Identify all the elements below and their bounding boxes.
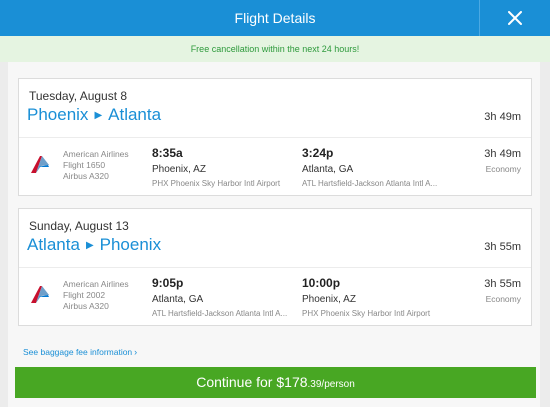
route-destination: Phoenix (99, 235, 162, 254)
airline-name: American Airlines (63, 149, 129, 159)
trip-route: Phoenix ▶ Atlanta (27, 105, 161, 125)
trip-date: Tuesday, August 8 (29, 89, 128, 103)
baggage-fee-link[interactable]: See baggage fee information › (23, 347, 137, 357)
cancellation-notice: Free cancellation within the next 24 hou… (0, 36, 550, 62)
card-divider (19, 267, 531, 268)
arrival-time: 10:00p (302, 276, 341, 290)
card-divider (19, 137, 531, 138)
arrival-airport: PHX Phoenix Sky Harbor Intl Airport (302, 309, 431, 318)
departure-time: 9:05p (152, 276, 184, 290)
arrival-time: 3:24p (302, 146, 334, 160)
arrival-city: Atlanta, GA (302, 164, 354, 175)
dialog-header: Flight Details (0, 0, 550, 36)
departure-city: Atlanta, GA (152, 294, 204, 305)
flight-number: Flight 2002 (63, 290, 106, 300)
dialog-title: Flight Details (234, 10, 316, 26)
route-origin: Phoenix (27, 105, 89, 124)
trip-route: Atlanta ▶ Phoenix (27, 235, 161, 255)
american-airlines-logo-icon (31, 156, 49, 173)
close-button[interactable] (480, 0, 550, 36)
route-origin: Atlanta (27, 235, 80, 254)
aircraft-type: Airbus A320 (63, 301, 109, 311)
continue-prefix: Continue for (196, 374, 277, 390)
aircraft-type: Airbus A320 (63, 171, 109, 181)
segment-airline-info: American Airlines Flight 1650 Airbus A32… (63, 149, 129, 182)
departure-info: 9:05p Atlanta, GA ATL Hartsfield-Jackson… (152, 276, 287, 319)
route-arrow-icon: ▶ (94, 109, 103, 121)
segment-duration: 3h 49m (484, 148, 521, 160)
arrival-city: Phoenix, AZ (302, 294, 356, 305)
flight-number: Flight 1650 (63, 160, 106, 170)
arrival-info: 3:24p Atlanta, GA ATL Hartsfield-Jackson… (302, 146, 437, 189)
cabin-class: Economy (485, 164, 521, 174)
close-icon (508, 11, 522, 25)
departure-airport: ATL Hartsfield-Jackson Atlanta Intl A... (152, 309, 288, 318)
departure-time: 8:35a (152, 146, 183, 160)
baggage-fee-label: See baggage fee information (23, 347, 133, 357)
arrival-airport: ATL Hartsfield-Jackson Atlanta Intl A... (302, 179, 438, 188)
arrival-info: 10:00p Phoenix, AZ PHX Phoenix Sky Harbo… (302, 276, 430, 319)
cabin-class: Economy (485, 294, 521, 304)
departure-airport: PHX Phoenix Sky Harbor Intl Airport (152, 179, 281, 188)
price-cents-per-person: .39/person (307, 379, 355, 390)
trip-date: Sunday, August 13 (29, 219, 129, 233)
departure-info: 8:35a Phoenix, AZ PHX Phoenix Sky Harbor… (152, 146, 280, 189)
american-airlines-logo-icon (31, 286, 49, 303)
price-dollars: $178 (276, 374, 308, 390)
chevron-right-icon: › (134, 347, 138, 357)
segment-duration: 3h 55m (484, 278, 521, 290)
route-arrow-icon: ▶ (85, 239, 94, 251)
trip-duration: 3h 49m (484, 111, 521, 123)
departure-city: Phoenix, AZ (152, 164, 206, 175)
airline-name: American Airlines (63, 279, 129, 289)
trip-card-outbound: Tuesday, August 8 Phoenix ▶ Atlanta 3h 4… (18, 78, 532, 196)
segment-airline-info: American Airlines Flight 2002 Airbus A32… (63, 279, 129, 312)
trip-card-return: Sunday, August 13 Atlanta ▶ Phoenix 3h 5… (18, 208, 532, 326)
continue-button[interactable]: Continue for $178.39/person (15, 367, 536, 398)
trip-duration: 3h 55m (484, 241, 521, 253)
route-destination: Atlanta (108, 105, 162, 124)
